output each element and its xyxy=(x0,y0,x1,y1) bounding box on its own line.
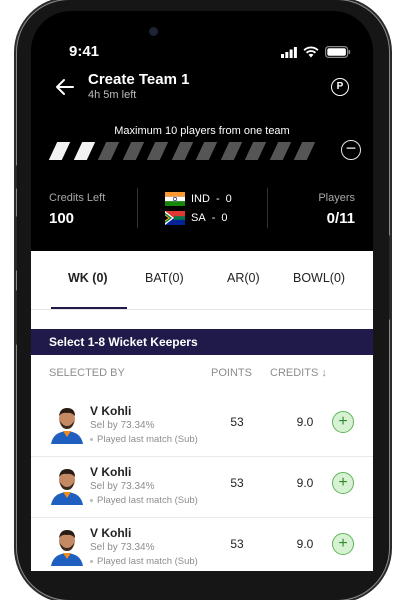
team-ind-row: IND - 0 xyxy=(165,191,232,207)
player-selection-panel: WK (0) BAT(0) AR(0) BOWL(0) Select 1-8 W… xyxy=(31,251,373,571)
player-played-last: Played last match (Sub) xyxy=(90,495,198,506)
team-sa-count: 0 xyxy=(221,212,228,224)
player-avatar xyxy=(49,526,85,566)
status-bar: 9:41 xyxy=(69,43,351,63)
player-credits: 9.0 xyxy=(296,476,314,490)
active-tab-indicator xyxy=(51,307,127,309)
player-points: 53 xyxy=(230,476,244,490)
credits-left-value: 100 xyxy=(49,210,75,227)
volume-down-button xyxy=(14,290,17,345)
player-points: 53 xyxy=(230,537,244,551)
stats-divider-right xyxy=(267,188,268,228)
player-avatar xyxy=(49,465,85,505)
dynamic-island xyxy=(157,19,243,45)
tab-bowl[interactable]: BOWL(0) xyxy=(293,271,345,285)
player-avatar xyxy=(49,404,85,444)
team-ind-dash: - xyxy=(215,193,220,205)
add-icon[interactable]: + xyxy=(332,472,354,494)
progress-segment xyxy=(171,142,193,160)
team-ind-count: 0 xyxy=(225,193,232,205)
player-row[interactable]: V Kohli Sel by 73.34% Played last match … xyxy=(31,457,373,518)
p-badge-icon[interactable]: P xyxy=(331,78,349,96)
player-name: V Kohli xyxy=(90,465,132,479)
app-screen: 9:41 Create Team 1 4h 5m left P Maximum … xyxy=(31,11,373,571)
player-selected-by: Sel by 73.34% xyxy=(90,481,155,492)
minus-icon[interactable]: − xyxy=(341,139,361,160)
team-ind-code: IND xyxy=(191,193,210,205)
player-credits: 9.0 xyxy=(296,537,314,551)
team-sa-row: SA - 0 xyxy=(165,210,227,226)
player-selected-by: Sel by 73.34% xyxy=(90,542,155,553)
progress-segment xyxy=(244,142,267,160)
add-icon[interactable]: + xyxy=(332,411,354,433)
progress-segment xyxy=(293,142,316,160)
add-icon[interactable]: + xyxy=(332,533,354,555)
player-selected-by: Sel by 73.34% xyxy=(90,420,155,431)
signal-icon xyxy=(281,46,297,58)
progress-segment xyxy=(146,142,169,160)
credits-left-label: Credits Left xyxy=(49,192,106,204)
progress-segment xyxy=(269,142,291,160)
player-row[interactable]: V Kohli Sel by 73.34% Played last match … xyxy=(31,518,373,571)
role-tabs: WK (0) BAT(0) AR(0) BOWL(0) xyxy=(31,251,373,310)
progress-segment xyxy=(97,142,120,160)
progress-segment xyxy=(122,142,144,160)
player-points: 53 xyxy=(230,415,244,429)
progress-segment xyxy=(48,142,71,160)
col-points[interactable]: POINTS xyxy=(211,367,252,379)
wifi-icon xyxy=(303,46,319,58)
battery-icon xyxy=(325,46,351,58)
volume-up-button xyxy=(14,216,17,271)
player-played-last: Played last match (Sub) xyxy=(90,434,198,445)
header: Create Team 1 4h 5m left P xyxy=(31,69,373,125)
camera-icon xyxy=(149,27,158,36)
page-title: Create Team 1 xyxy=(88,71,190,88)
side-button xyxy=(14,165,17,189)
players-value: 0/11 xyxy=(326,210,355,227)
team-sa-code: SA xyxy=(191,212,206,224)
team-sa-dash: - xyxy=(211,212,216,224)
stats-divider-left xyxy=(137,188,138,228)
col-selected-by: SELECTED BY xyxy=(49,367,125,379)
back-arrow-icon[interactable] xyxy=(53,75,77,99)
progress-segment xyxy=(195,142,218,160)
selection-banner: Select 1-8 Wicket Keepers xyxy=(31,329,373,355)
status-time: 9:41 xyxy=(69,43,100,60)
column-headers: SELECTED BY POINTS CREDITS ↓ xyxy=(31,367,373,383)
player-name: V Kohli xyxy=(90,404,132,418)
player-row[interactable]: V Kohli Sel by 73.34% Played last match … xyxy=(31,396,373,457)
progress-segment xyxy=(73,142,95,160)
selection-banner-text: Select 1-8 Wicket Keepers xyxy=(49,335,198,349)
south-africa-flag-icon xyxy=(165,211,185,225)
progress-segment xyxy=(220,142,242,160)
tab-ar[interactable]: AR(0) xyxy=(227,271,260,285)
india-flag-icon xyxy=(165,192,185,206)
max-players-note: Maximum 10 players from one team xyxy=(114,125,290,137)
status-icons xyxy=(281,46,351,58)
player-name: V Kohli xyxy=(90,526,132,540)
tab-wk[interactable]: WK (0) xyxy=(68,271,108,285)
player-played-last: Played last match (Sub) xyxy=(90,556,198,567)
col-credits[interactable]: CREDITS ↓ xyxy=(270,367,327,379)
tab-bat[interactable]: BAT(0) xyxy=(145,271,184,285)
power-button xyxy=(389,235,392,320)
time-left: 4h 5m left xyxy=(88,89,137,101)
player-credits: 9.0 xyxy=(296,415,314,429)
players-label: Players xyxy=(318,192,355,204)
team-progress-bar xyxy=(48,142,323,160)
